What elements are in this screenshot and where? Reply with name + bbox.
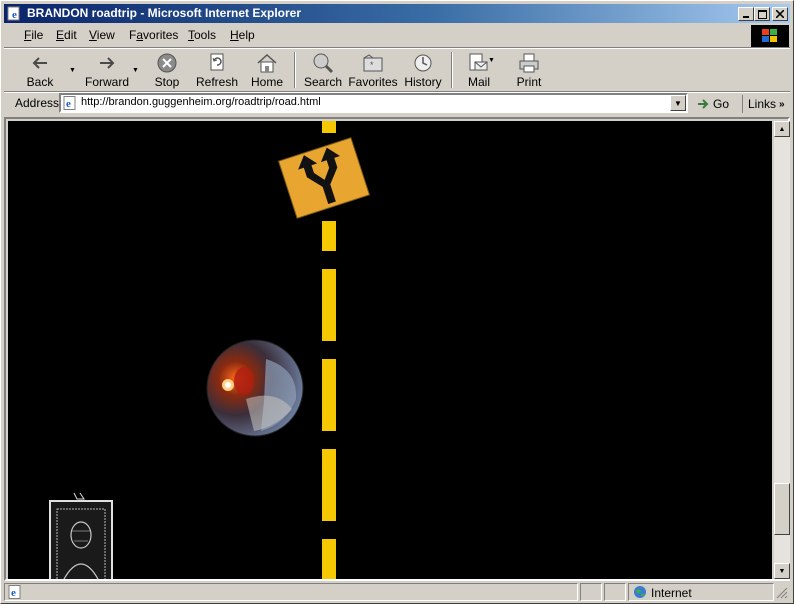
toolbar-separator bbox=[294, 52, 296, 88]
address-input[interactable]: e http://brandon.guggenheim.org/roadtrip… bbox=[59, 93, 688, 113]
road-stripe bbox=[322, 121, 336, 133]
road-stripe bbox=[322, 449, 336, 521]
divided-highway-sign[interactable] bbox=[272, 133, 376, 223]
address-dropdown-button[interactable]: ▼ bbox=[670, 95, 686, 111]
back-dropdown-icon[interactable]: ▼ bbox=[69, 67, 76, 74]
refresh-label: Refresh bbox=[195, 75, 239, 89]
address-url: http://brandon.guggenheim.org/roadtrip/r… bbox=[81, 96, 321, 108]
go-arrow-icon bbox=[698, 99, 709, 109]
forward-arrow-icon bbox=[100, 57, 115, 69]
maximize-icon bbox=[757, 9, 767, 19]
status-bar: e Internet bbox=[4, 583, 790, 601]
scroll-up-button[interactable]: ▲ bbox=[774, 121, 790, 137]
chevron-down-icon: ▼ bbox=[674, 98, 682, 108]
arrow-up-icon: ▲ bbox=[778, 125, 786, 133]
status-pane bbox=[580, 583, 602, 601]
ie-page-icon: e bbox=[63, 96, 76, 110]
back-button[interactable]: Back bbox=[24, 49, 56, 91]
title-bar[interactable]: e BRANDON roadtrip - Microsoft Internet … bbox=[4, 4, 790, 23]
resize-grip-icon[interactable] bbox=[776, 587, 788, 599]
search-button[interactable]: Search bbox=[304, 49, 342, 91]
close-icon bbox=[776, 10, 784, 18]
refresh-button[interactable]: Refresh bbox=[196, 49, 238, 91]
framed-portrait[interactable] bbox=[44, 491, 118, 579]
road-stripe bbox=[322, 359, 336, 431]
refresh-icon bbox=[210, 53, 224, 71]
page-viewport: ▲ ▼ bbox=[4, 117, 790, 581]
ie-page-icon: e bbox=[8, 585, 21, 599]
svg-text:e: e bbox=[66, 98, 71, 110]
menu-favorites[interactable]: Favorites bbox=[129, 28, 178, 42]
print-label: Print bbox=[516, 75, 542, 89]
status-text-pane: e bbox=[4, 583, 578, 601]
globe-icon bbox=[634, 586, 646, 598]
browser-window: e BRANDON roadtrip - Microsoft Internet … bbox=[0, 0, 794, 604]
menu-help[interactable]: Help bbox=[230, 28, 255, 42]
toolbar-separator bbox=[451, 52, 453, 88]
standard-toolbar: Back ▼ Forward ▼ Stop Refresh Home Searc… bbox=[4, 49, 790, 91]
history-icon bbox=[414, 54, 432, 72]
history-label: History bbox=[404, 75, 442, 89]
printer-icon bbox=[519, 53, 539, 73]
ie-page-icon: e bbox=[7, 6, 20, 21]
links-button[interactable]: Links » bbox=[742, 95, 785, 113]
menu-view[interactable]: View bbox=[89, 28, 115, 42]
menu-file[interactable]: File bbox=[24, 28, 43, 42]
back-arrow-icon bbox=[32, 57, 47, 69]
svg-text:e: e bbox=[12, 9, 17, 21]
forward-button[interactable]: Forward bbox=[84, 49, 130, 91]
mail-dropdown-icon[interactable]: ▼ bbox=[488, 57, 495, 64]
windows-logo bbox=[751, 25, 789, 47]
mail-button[interactable]: Mail bbox=[462, 49, 496, 91]
stop-label: Stop bbox=[154, 75, 180, 89]
address-bar: Address e http://brandon.guggenheim.org/… bbox=[4, 93, 790, 115]
security-zone-pane: Internet bbox=[628, 583, 774, 601]
scroll-thumb[interactable] bbox=[774, 483, 790, 535]
menu-tools[interactable]: Tools bbox=[188, 28, 216, 42]
forward-label: Forward bbox=[84, 75, 129, 89]
road-stripe bbox=[322, 539, 336, 579]
vertical-scrollbar[interactable]: ▲ ▼ bbox=[774, 121, 790, 579]
minimize-button[interactable] bbox=[738, 7, 754, 21]
close-button[interactable] bbox=[772, 7, 788, 21]
maximize-button[interactable] bbox=[754, 7, 770, 21]
mail-label: Mail bbox=[467, 75, 490, 89]
arrow-down-icon: ▼ bbox=[778, 567, 786, 575]
links-label: Links bbox=[748, 97, 777, 111]
menu-edit[interactable]: Edit bbox=[56, 28, 77, 42]
window-title: BRANDON roadtrip - Microsoft Internet Ex… bbox=[27, 6, 302, 20]
road-stripe bbox=[322, 221, 336, 251]
minimize-icon bbox=[743, 16, 749, 18]
page-content bbox=[8, 121, 772, 579]
stop-icon bbox=[157, 53, 177, 73]
go-button[interactable]: Go bbox=[696, 95, 729, 113]
back-label: Back bbox=[26, 75, 54, 89]
scroll-down-button[interactable]: ▼ bbox=[774, 563, 790, 579]
round-dashboard-photo[interactable] bbox=[206, 339, 304, 437]
forward-dropdown-icon[interactable]: ▼ bbox=[132, 67, 139, 74]
search-globe-icon bbox=[313, 53, 334, 74]
home-label: Home bbox=[250, 75, 283, 89]
history-button[interactable]: History bbox=[404, 49, 442, 91]
road-stripe bbox=[322, 269, 336, 341]
favorites-label: Favorites bbox=[348, 75, 398, 89]
go-label: Go bbox=[713, 97, 730, 111]
favorites-folder-icon: * bbox=[363, 54, 383, 72]
favorites-button[interactable]: * Favorites bbox=[348, 49, 398, 91]
chevron-right-icon: » bbox=[779, 98, 785, 110]
windows-flag-icon bbox=[762, 29, 777, 42]
zone-label: Internet bbox=[651, 586, 692, 600]
menu-bar: File Edit View Favorites Tools Help bbox=[4, 25, 790, 47]
address-label: Address bbox=[15, 96, 60, 110]
svg-text:*: * bbox=[370, 60, 374, 70]
stop-button[interactable]: Stop bbox=[152, 49, 182, 91]
home-icon bbox=[257, 53, 277, 73]
print-button[interactable]: Print bbox=[514, 49, 544, 91]
home-button[interactable]: Home bbox=[249, 49, 285, 91]
search-label: Search bbox=[303, 75, 343, 89]
status-pane bbox=[604, 583, 626, 601]
svg-text:e: e bbox=[11, 587, 16, 599]
